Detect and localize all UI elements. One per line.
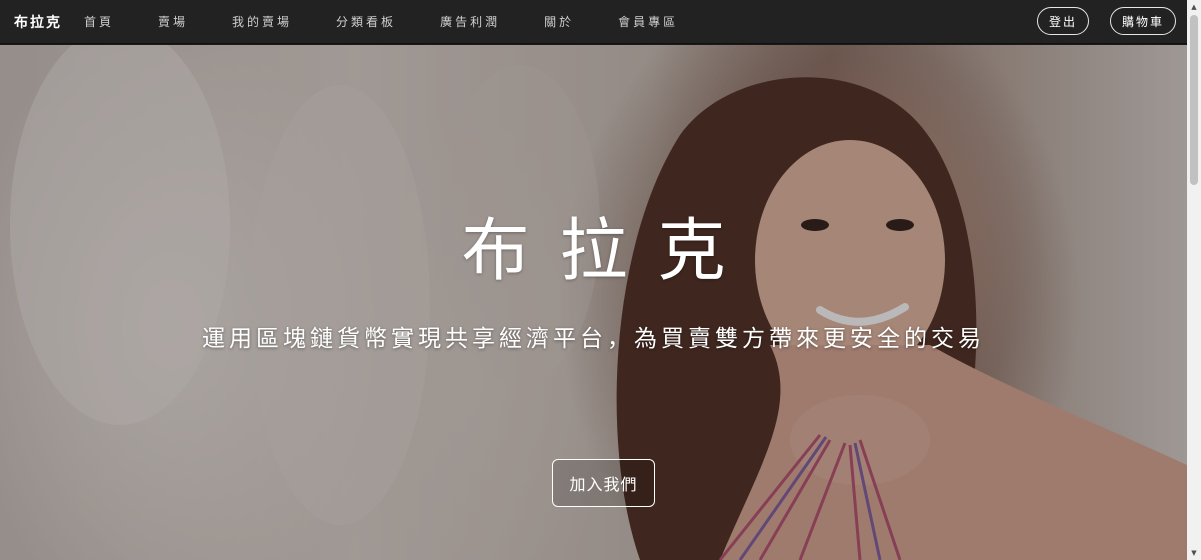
scroll-up-arrow-icon[interactable]: ▲ [1187,0,1201,14]
nav-link-my-store[interactable]: 我的賣場 [232,13,292,30]
brand-logo[interactable]: 布拉克 [14,12,62,32]
top-navbar: 布拉克 首頁 賣場 我的賣場 分類看板 廣告利潤 關於 會員專區 登出 購物車 [0,0,1187,44]
nav-links: 首頁 賣場 我的賣場 分類看板 廣告利潤 關於 會員專區 [72,13,678,30]
nav-link-member[interactable]: 會員專區 [618,13,678,30]
nav-link-categories[interactable]: 分類看板 [336,13,396,30]
hero-title: 布拉克 [461,212,756,291]
logout-button[interactable]: 登出 [1036,7,1089,35]
nav-link-market[interactable]: 賣場 [158,13,188,30]
cart-button[interactable]: 購物車 [1109,7,1176,35]
nav-link-home[interactable]: 首頁 [84,13,114,30]
nav-actions: 登出 購物車 [1036,7,1176,35]
nav-link-ad-profit[interactable]: 廣告利潤 [440,13,500,30]
vertical-scrollbar[interactable]: ▲ ▼ [1187,0,1201,560]
hero-subtitle: 運用區塊鏈貨幣實現共享經濟平台，為買賣雙方帶來更安全的交易 [202,326,985,352]
hero-banner: 布拉克 運用區塊鏈貨幣實現共享經濟平台，為買賣雙方帶來更安全的交易 加入我們 [0,45,1187,560]
nav-link-about[interactable]: 關於 [544,13,574,30]
scrollbar-thumb[interactable] [1190,15,1198,185]
scroll-down-arrow-icon[interactable]: ▼ [1187,546,1201,560]
join-us-button[interactable]: 加入我們 [552,459,655,507]
